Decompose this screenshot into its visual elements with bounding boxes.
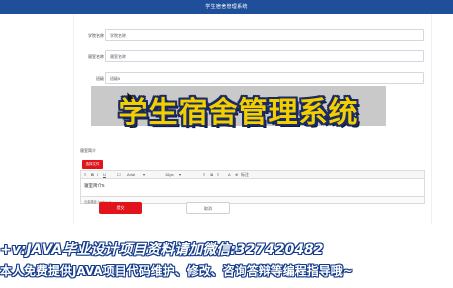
college-name-input[interactable]: 学院名称	[105, 29, 424, 41]
top-bar: 学生宿舍管理系统	[0, 0, 453, 14]
bold-icon[interactable]: B	[91, 172, 94, 178]
editor-toolbar: ≡ B I U ☐ Arial ▾ 16px ▾ ≡ ≣ ≡ A ⊕ 标注	[80, 170, 425, 179]
title-banner: 学生宿舍管理系统	[91, 86, 386, 129]
editor-body[interactable]: 寝室简介5	[80, 179, 425, 196]
checkbox-icon[interactable]: ☐	[117, 172, 121, 178]
underline-icon[interactable]: U	[103, 172, 106, 178]
editor-content[interactable]: 寝室简介5	[84, 183, 105, 189]
overlay-service-text: 本人免费提供JAVA项目代码维护、修改、咨询答辩等编程指导哦~	[0, 264, 353, 278]
form-row-dorm: 寝室名称 寝室名称	[74, 50, 431, 64]
font-family-select[interactable]: Arial	[127, 172, 135, 178]
upload-file-button[interactable]: 选择文件	[82, 160, 103, 169]
font-color-icon[interactable]: A	[228, 172, 231, 178]
overlay-contact-text: +v:JAVA毕业设计项目资料请加微信:327420482	[0, 242, 324, 258]
class-input[interactable]: 班级5	[105, 72, 424, 84]
align-right-icon[interactable]: ≡	[217, 172, 219, 178]
dorm-name-input[interactable]: 寝室名称	[105, 50, 424, 62]
dorm-name-label: 寝室名称	[88, 54, 104, 59]
chevron-down-icon[interactable]: ▾	[143, 172, 145, 178]
cancel-button[interactable]: 取消	[186, 202, 230, 214]
form-row-class: 班级 班级5	[74, 72, 431, 86]
banner-title: 学生宿舍管理系统	[118, 95, 359, 129]
submit-button[interactable]: 提交	[99, 202, 142, 214]
heading-label[interactable]: 标注	[241, 172, 249, 178]
insert-icon[interactable]: ⊕	[235, 172, 238, 178]
class-label: 班级	[96, 76, 104, 81]
font-size-select[interactable]: 16px	[165, 172, 174, 178]
format-icon[interactable]: ≡	[84, 172, 86, 178]
align-left-icon[interactable]: ≡	[203, 172, 205, 178]
italic-icon[interactable]: I	[97, 172, 98, 178]
chevron-down-icon[interactable]: ▾	[179, 172, 181, 178]
align-center-icon[interactable]: ≣	[210, 172, 213, 178]
app-title: 学生宿舍管理系统	[205, 4, 248, 10]
form-row-college: 学院名称 学院名称	[74, 29, 431, 43]
college-name-label: 学院名称	[88, 33, 104, 38]
dorm-intro-label: 寝室简介	[80, 148, 96, 153]
